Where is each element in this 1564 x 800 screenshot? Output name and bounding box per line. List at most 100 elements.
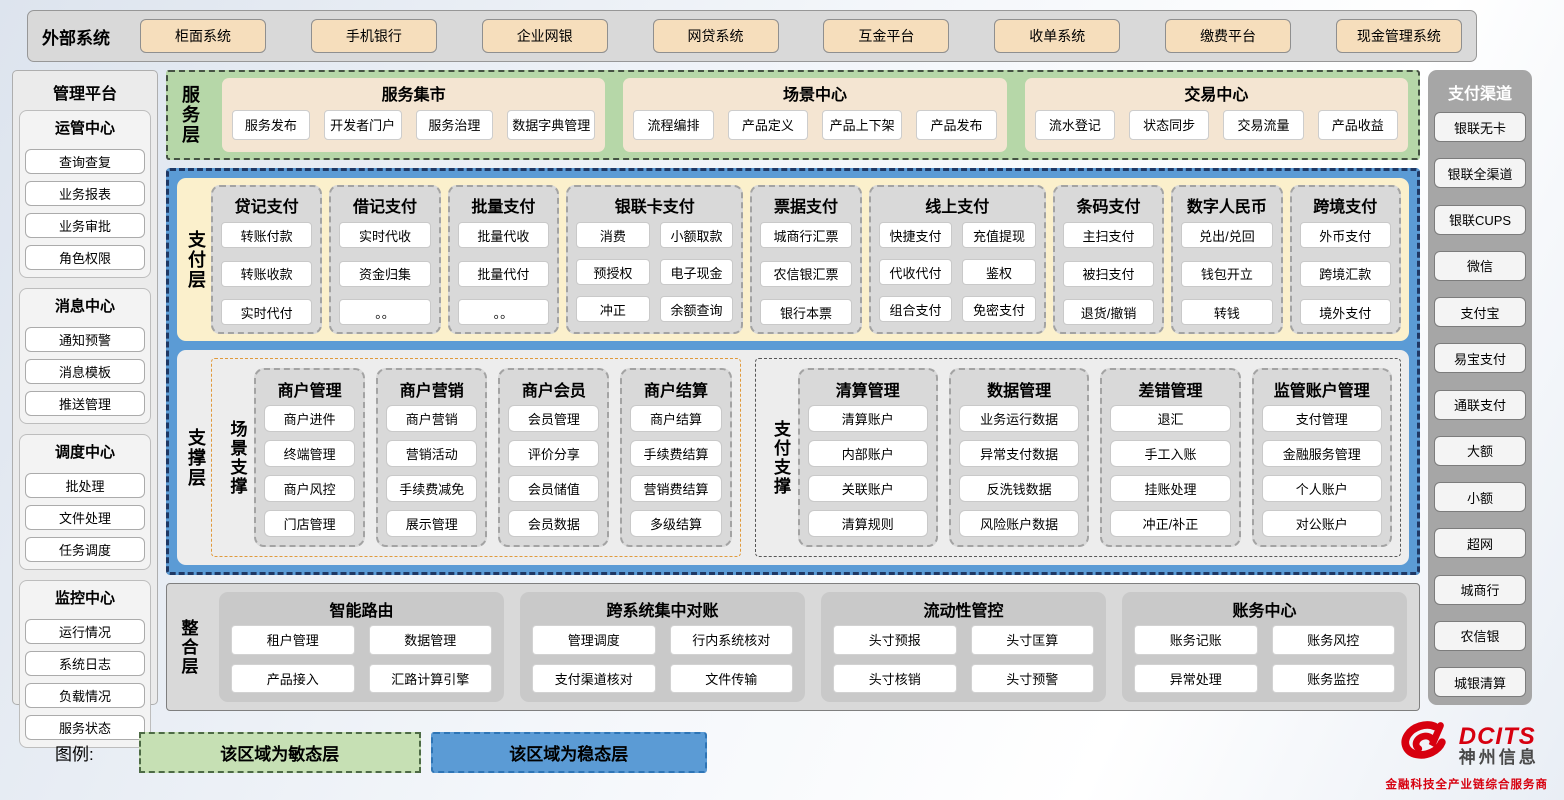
- integration-item: 账务监控: [1272, 664, 1396, 694]
- service-center-title: 交易中心: [1035, 81, 1398, 105]
- management-item: 文件处理: [25, 505, 145, 530]
- support-item: 会员管理: [508, 405, 599, 432]
- scene-support-label: 场景支撑: [220, 368, 254, 547]
- support-item: 手续费结算: [630, 440, 721, 467]
- payment-item: 电子现金: [660, 259, 734, 285]
- payment-columns: 贷记支付 转账付款转账收款实时代付 借记支付 实时代收资金归集。。 批量支付: [211, 185, 1401, 334]
- service-item: 开发者门户: [324, 110, 402, 140]
- management-group-title: 运管中心: [25, 115, 145, 142]
- service-item: 产品上下架: [822, 110, 902, 140]
- management-group-items: 运行情况系统日志负载情况服务状态: [25, 619, 145, 740]
- support-item: 反洗钱数据: [959, 475, 1079, 502]
- support-item: 营销活动: [386, 440, 477, 467]
- payment-category-items: 主扫支付被扫支付退货/撤销: [1063, 222, 1154, 325]
- support-category-title: 商户会员: [508, 374, 599, 405]
- payment-item: 被扫支付: [1063, 261, 1154, 287]
- payment-category-items: 快捷支付充值提现代收代付鉴权组合支付免密支付: [879, 222, 1036, 325]
- payment-item: 免密支付: [962, 296, 1036, 322]
- integration-panel-title: 智能路由: [231, 595, 492, 625]
- management-item: 业务报表: [25, 181, 145, 206]
- brand-name: DCITS: [1459, 724, 1539, 749]
- payment-support-panel: 支付支撑 清算管理 清算账户内部账户关联账户清算规则 数据管理: [755, 358, 1401, 557]
- management-group: 消息中心 通知预警消息模板推送管理: [19, 288, 151, 424]
- payment-channel-box: 超网: [1434, 528, 1526, 558]
- payment-item: 钱包开立: [1181, 261, 1272, 287]
- payment-item: 批量代付: [458, 261, 549, 287]
- support-category-title: 数据管理: [959, 374, 1079, 405]
- stable-zone-panel: 支付层 贷记支付 转账付款转账收款实时代付 借记支付 实时代收资金归集。。: [166, 168, 1420, 575]
- payment-category: 批量支付 批量代收批量代付。。: [448, 185, 559, 334]
- support-content: 场景支撑 商户管理 商户进件终端管理商户风控门店管理 商户营销: [211, 358, 1401, 557]
- support-item: 挂账处理: [1110, 475, 1230, 502]
- external-system-box: 手机银行: [311, 19, 437, 53]
- integration-panel-items: 头寸预报头寸匡算头寸核销头寸预警: [833, 625, 1094, 693]
- management-group-title: 调度中心: [25, 439, 145, 466]
- integration-panel-items: 管理调度行内系统核对支付渠道核对文件传输: [532, 625, 793, 693]
- management-platform-sidebar: 管理平台 运管中心 查询查复业务报表业务审批角色权限 消息中心 通知预警消息模板…: [12, 70, 158, 705]
- integration-item: 头寸核销: [833, 664, 957, 694]
- payment-support-columns: 清算管理 清算账户内部账户关联账户清算规则 数据管理 业务运行数据异常支付数据反…: [798, 368, 1392, 547]
- payment-category: 银联卡支付 消费小额取款预授权电子现金冲正余额查询: [566, 185, 743, 334]
- payment-item: 城商行汇票: [760, 222, 851, 248]
- payment-channel-box: 城银清算: [1434, 667, 1526, 697]
- support-category-items: 商户结算手续费结算营销费结算多级结算: [630, 405, 721, 537]
- payment-item: 主扫支付: [1063, 222, 1154, 248]
- support-item: 对公账户: [1262, 510, 1382, 537]
- service-item: 流水登记: [1035, 110, 1115, 140]
- service-item: 流程编排: [633, 110, 713, 140]
- support-category-items: 清算账户内部账户关联账户清算规则: [808, 405, 928, 537]
- support-item: 商户进件: [264, 405, 355, 432]
- payment-item: 转账收款: [221, 261, 312, 287]
- management-group-items: 查询查复业务报表业务审批角色权限: [25, 149, 145, 270]
- payment-channel-box: 大额: [1434, 436, 1526, 466]
- support-item: 评价分享: [508, 440, 599, 467]
- support-category: 商户管理 商户进件终端管理商户风控门店管理: [254, 368, 365, 547]
- service-center: 交易中心 流水登记状态同步交易流量产品收益: [1025, 78, 1408, 152]
- integration-layer-label: 整合层: [173, 619, 203, 676]
- service-item: 交易流量: [1223, 110, 1303, 140]
- payment-channel-box: 银联无卡: [1434, 112, 1526, 142]
- support-category: 清算管理 清算账户内部账户关联账户清算规则: [798, 368, 938, 547]
- payment-category: 条码支付 主扫支付被扫支付退货/撤销: [1053, 185, 1164, 334]
- legend-row: 图例: 该区域为敏态层 该区域为稳态层: [55, 732, 1564, 773]
- integration-item: 账务风控: [1272, 625, 1396, 655]
- management-item: 运行情况: [25, 619, 145, 644]
- integration-panel: 流动性管控 头寸预报头寸匡算头寸核销头寸预警: [821, 592, 1106, 702]
- payment-category: 票据支付 城商行汇票农信银汇票银行本票: [750, 185, 861, 334]
- management-item: 系统日志: [25, 651, 145, 676]
- integration-panel: 账务中心 账务记账账务风控异常处理账务监控: [1122, 592, 1407, 702]
- payment-item: 批量代收: [458, 222, 549, 248]
- support-item: 关联账户: [808, 475, 928, 502]
- support-category-items: 支付管理金融服务管理个人账户对公账户: [1262, 405, 1382, 537]
- payment-item: 兑出/兑回: [1181, 222, 1272, 248]
- integration-item: 产品接入: [231, 664, 355, 694]
- payment-item: 实时代收: [339, 222, 430, 248]
- payment-channel-box: 农信银: [1434, 621, 1526, 651]
- service-center: 服务集市 服务发布开发者门户服务治理数据字典管理: [222, 78, 605, 152]
- payment-item: 农信银汇票: [760, 261, 851, 287]
- payment-item: 组合支付: [879, 296, 953, 322]
- external-system-box: 收单系统: [994, 19, 1120, 53]
- support-item: 商户结算: [630, 405, 721, 432]
- integration-item: 行内系统核对: [670, 625, 794, 655]
- management-groups: 运管中心 查询查复业务报表业务审批角色权限 消息中心 通知预警消息模板推送管理 …: [19, 110, 151, 748]
- external-system-box: 现金管理系统: [1336, 19, 1462, 53]
- payment-channel-box: 支付宝: [1434, 297, 1526, 327]
- payment-channels-title: 支付渠道: [1434, 76, 1526, 108]
- service-layer: 服务层 服务集市 服务发布开发者门户服务治理数据字典管理 场景中心 流程编排产品…: [166, 70, 1420, 160]
- integration-layer: 整合层 智能路由 租户管理数据管理产品接入汇路计算引擎 跨系统集中对账 管理调度…: [166, 583, 1420, 711]
- payment-item: 快捷支付: [879, 222, 953, 248]
- external-systems-bar: 外部系统 柜面系统手机银行企业网银网贷系统互金平台收单系统缴费平台现金管理系统: [27, 10, 1477, 62]
- payment-item: 小额取款: [660, 222, 734, 248]
- external-system-box: 企业网银: [482, 19, 608, 53]
- integration-panel-items: 账务记账账务风控异常处理账务监控: [1134, 625, 1395, 693]
- support-item: 个人账户: [1262, 475, 1382, 502]
- support-category-title: 商户管理: [264, 374, 355, 405]
- management-item: 任务调度: [25, 537, 145, 562]
- payment-category-items: 实时代收资金归集。。: [339, 222, 430, 325]
- integration-panel-items: 租户管理数据管理产品接入汇路计算引擎: [231, 625, 492, 693]
- support-category: 数据管理 业务运行数据异常支付数据反洗钱数据风险账户数据: [949, 368, 1089, 547]
- management-item: 业务审批: [25, 213, 145, 238]
- integration-item: 管理调度: [532, 625, 656, 655]
- service-center: 场景中心 流程编排产品定义产品上下架产品发布: [623, 78, 1006, 152]
